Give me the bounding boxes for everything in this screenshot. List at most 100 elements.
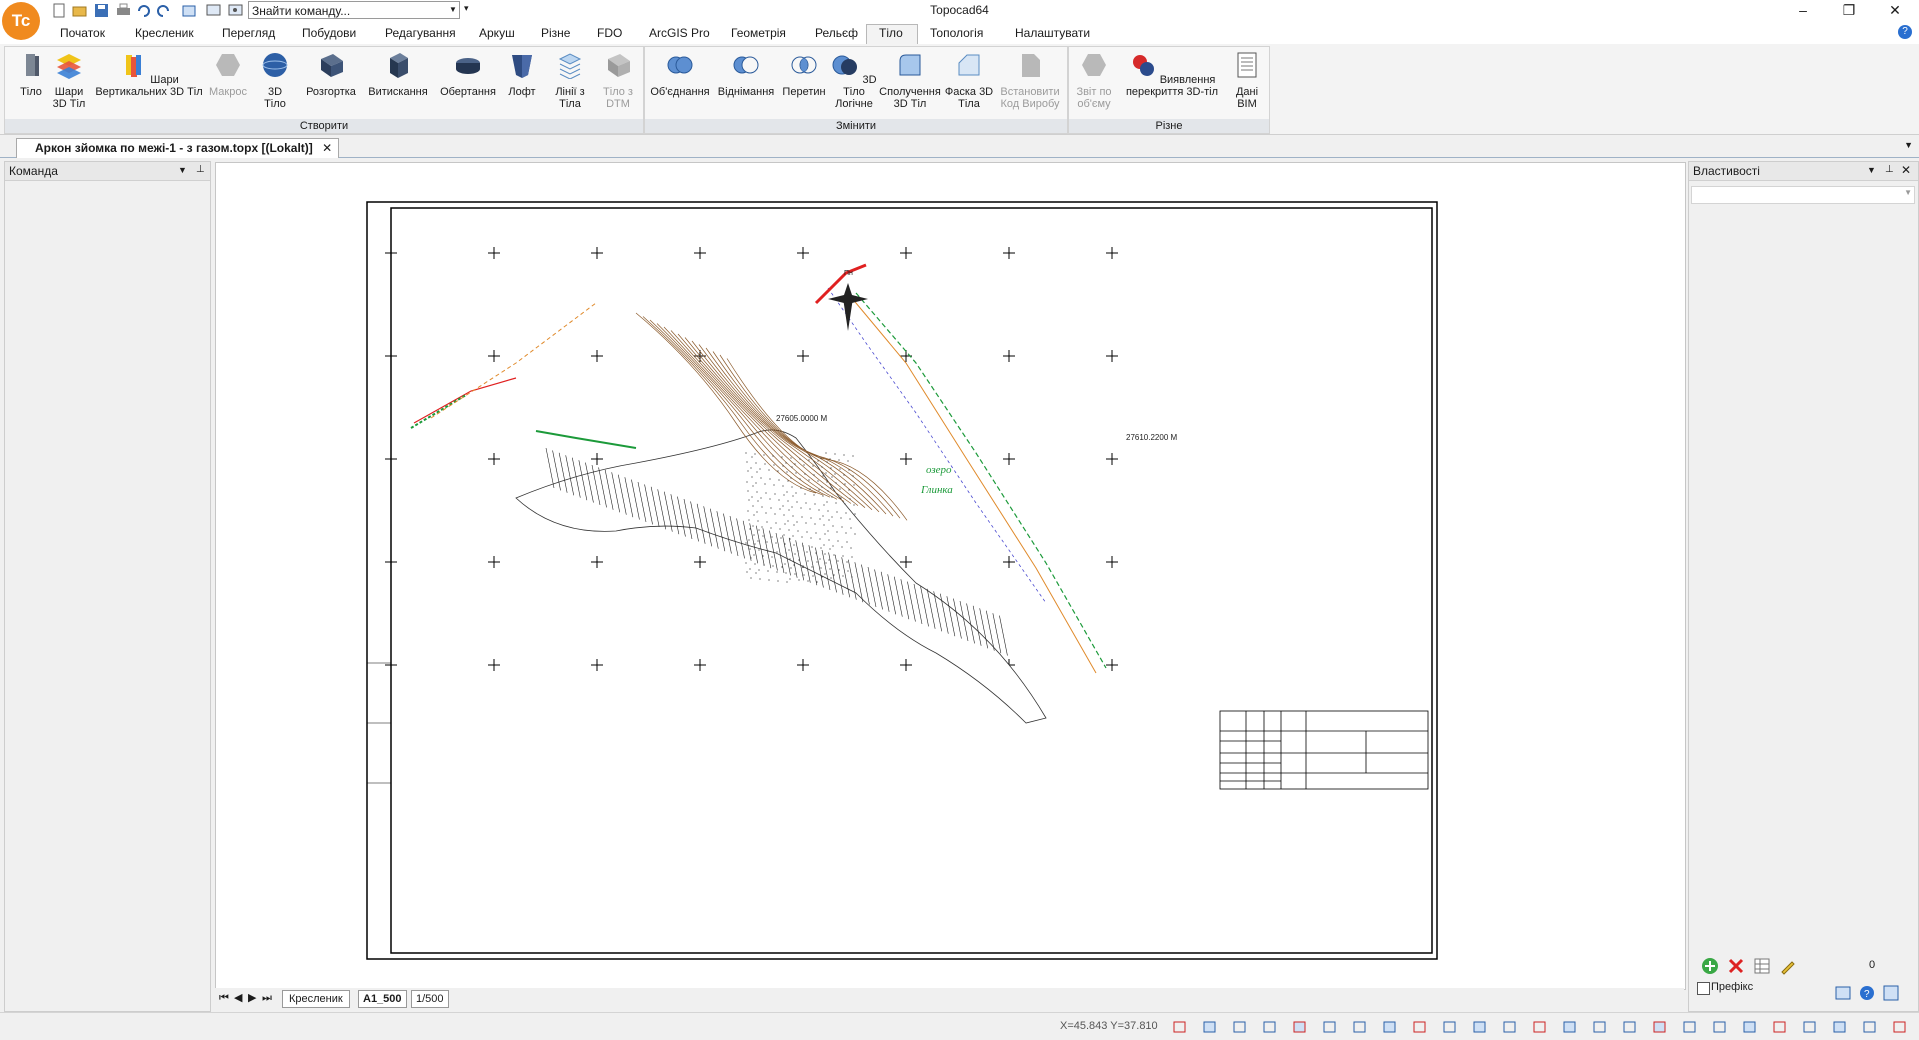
tab-arcgis[interactable]: ArcGIS Pro: [649, 26, 710, 40]
next-sheet-icon[interactable]: ▶: [248, 990, 256, 1006]
display-icon[interactable]: [1892, 1020, 1908, 1034]
drawing-svg[interactable]: озеро Глинка Пн 27610.2200 М 27605.0000 …: [216, 163, 1685, 989]
tab-home[interactable]: Початок: [60, 26, 105, 40]
perpendicular-icon[interactable]: [1622, 1020, 1638, 1034]
tangent-icon[interactable]: [1652, 1020, 1668, 1034]
boolean-solid-button[interactable]: 3D Тіло Логічне: [831, 51, 877, 110]
tab-fdo[interactable]: FDO: [597, 26, 622, 40]
midpoint-icon[interactable]: [1412, 1020, 1428, 1034]
close-tab-icon[interactable]: ✕: [322, 141, 332, 155]
help-icon[interactable]: ?: [1898, 25, 1912, 39]
new-file-icon[interactable]: [52, 3, 67, 18]
tab-solid-label[interactable]: Тіло: [879, 26, 903, 40]
insertion-icon[interactable]: [1592, 1020, 1608, 1034]
overlap-detect-button[interactable]: Виявлення перекриття 3D-тіл: [1117, 51, 1227, 98]
bim-data-button[interactable]: Дані BIM: [1229, 51, 1265, 110]
open-folder-icon[interactable]: [72, 3, 87, 18]
first-sheet-icon[interactable]: ⏮: [219, 990, 229, 1006]
circle-snap-icon[interactable]: [1352, 1020, 1368, 1034]
vertical-layers-button[interactable]: Шари Вертикальних 3D Тіл: [91, 51, 207, 98]
set-product-code-button[interactable]: Встановити Код Виробу: [997, 51, 1063, 110]
lock-icon[interactable]: [1292, 1020, 1308, 1034]
center-icon[interactable]: [1442, 1020, 1458, 1034]
apparent-icon[interactable]: [1712, 1020, 1728, 1034]
app-logo-icon[interactable]: Tc: [2, 2, 40, 40]
help-icon[interactable]: ?: [1859, 985, 1875, 1001]
revolve-button[interactable]: Обертання: [435, 51, 501, 98]
drawing-canvas[interactable]: озеро Глинка Пн 27610.2200 М 27605.0000 …: [215, 162, 1686, 990]
node-icon[interactable]: [1472, 1020, 1488, 1034]
sheet-tab-scale[interactable]: 1/500: [411, 990, 449, 1008]
intersection-icon[interactable]: [1532, 1020, 1548, 1034]
properties-dropdown[interactable]: ▼: [1691, 186, 1915, 204]
parallel-icon[interactable]: [1742, 1020, 1758, 1034]
pin-icon[interactable]: ⊥: [196, 164, 205, 175]
tab-misc[interactable]: Різне: [541, 26, 570, 40]
tab-settings[interactable]: Налаштувати: [1015, 26, 1090, 40]
tab-geometry[interactable]: Геометрія: [731, 26, 786, 40]
last-sheet-icon[interactable]: ⏭: [262, 990, 272, 1006]
delete-icon[interactable]: [1727, 957, 1745, 975]
tab-edit[interactable]: Редагування: [385, 26, 456, 40]
tracking-icon[interactable]: [1832, 1020, 1848, 1034]
export-icon[interactable]: [182, 3, 197, 18]
pane-menu-icon[interactable]: ▼: [1867, 165, 1876, 175]
tab-construct[interactable]: Побудови: [302, 26, 356, 40]
cross-snap-icon[interactable]: [1772, 1020, 1788, 1034]
screen-icon[interactable]: [206, 3, 221, 18]
volume-report-button[interactable]: Звіт по об'єму: [1071, 51, 1117, 110]
tab-list-icon[interactable]: ▼: [1904, 140, 1913, 150]
extrude-button[interactable]: Витискання: [361, 51, 435, 98]
subtract-button[interactable]: Віднімання: [715, 51, 777, 98]
command-search-input[interactable]: Знайти команду...: [248, 1, 460, 19]
chevron-down-icon[interactable]: ▼: [448, 2, 458, 18]
sheet-tab-a1[interactable]: A1_500: [358, 990, 407, 1008]
screen-settings-icon[interactable]: [228, 3, 243, 18]
close-button[interactable]: ✕: [1872, 0, 1918, 22]
solid-from-dtm-button[interactable]: Тіло з DTM: [595, 51, 641, 110]
nearest-icon[interactable]: [1682, 1020, 1698, 1034]
pin-icon[interactable]: ⊥: [1885, 164, 1894, 175]
unfold-button[interactable]: Розгортка: [301, 51, 361, 98]
panel-icon[interactable]: [1883, 985, 1899, 1001]
redo-icon[interactable]: [156, 3, 171, 18]
maximize-button[interactable]: ❐: [1826, 0, 1872, 22]
document-tab[interactable]: Аркон зйомка по межі-1 - з газом.topx [(…: [16, 138, 340, 158]
macro-button[interactable]: Макрос: [205, 51, 251, 98]
3d-solid-button[interactable]: 3D Тіло: [259, 51, 291, 110]
lines-from-solid-button[interactable]: Лінії з Тіла: [545, 51, 595, 110]
grid-snap-icon[interactable]: [1202, 1020, 1218, 1034]
table-icon[interactable]: [1753, 957, 1771, 975]
tab-drawing[interactable]: Кресленик: [135, 26, 194, 40]
prefix-checkbox[interactable]: [1697, 982, 1710, 995]
loft-button[interactable]: Лофт: [501, 51, 543, 98]
add-icon[interactable]: [1701, 957, 1719, 975]
layout-icon[interactable]: [1835, 985, 1851, 1001]
extension-icon[interactable]: [1562, 1020, 1578, 1034]
tab-relief[interactable]: Рельєф: [815, 26, 858, 40]
fillet-solid-button[interactable]: Сполучення 3D Тіл: [879, 51, 941, 110]
quadrant-icon[interactable]: [1502, 1020, 1518, 1034]
close-pane-icon[interactable]: ✕: [1901, 163, 1911, 177]
prev-sheet-icon[interactable]: ◀: [234, 990, 242, 1006]
layers-3d-button[interactable]: Шари 3D Тіл: [49, 51, 89, 110]
snap-icon[interactable]: [1172, 1020, 1188, 1034]
window-icon[interactable]: [1862, 1020, 1878, 1034]
osnap-icon[interactable]: [1322, 1020, 1338, 1034]
union-button[interactable]: Об'єднання: [647, 51, 713, 98]
tab-view[interactable]: Перегляд: [222, 26, 275, 40]
polar-icon[interactable]: [1262, 1020, 1278, 1034]
customize-toolbar-icon[interactable]: ▾: [464, 3, 469, 14]
undo-icon[interactable]: [136, 3, 151, 18]
print-icon[interactable]: [116, 3, 131, 18]
tab-sheet[interactable]: Аркуш: [479, 26, 515, 40]
sheet-tab-drawing[interactable]: Кресленик: [282, 990, 350, 1008]
ortho-icon[interactable]: [1232, 1020, 1248, 1034]
corner-icon[interactable]: [1802, 1020, 1818, 1034]
pane-menu-icon[interactable]: ▼: [178, 165, 187, 175]
chamfer-solid-button[interactable]: Фаска 3D Тіла: [943, 51, 995, 110]
endpoint-icon[interactable]: [1382, 1020, 1398, 1034]
solid-button[interactable]: Тіло: [11, 51, 51, 98]
save-icon[interactable]: [94, 3, 109, 18]
intersect-button[interactable]: Перетин: [779, 51, 829, 98]
